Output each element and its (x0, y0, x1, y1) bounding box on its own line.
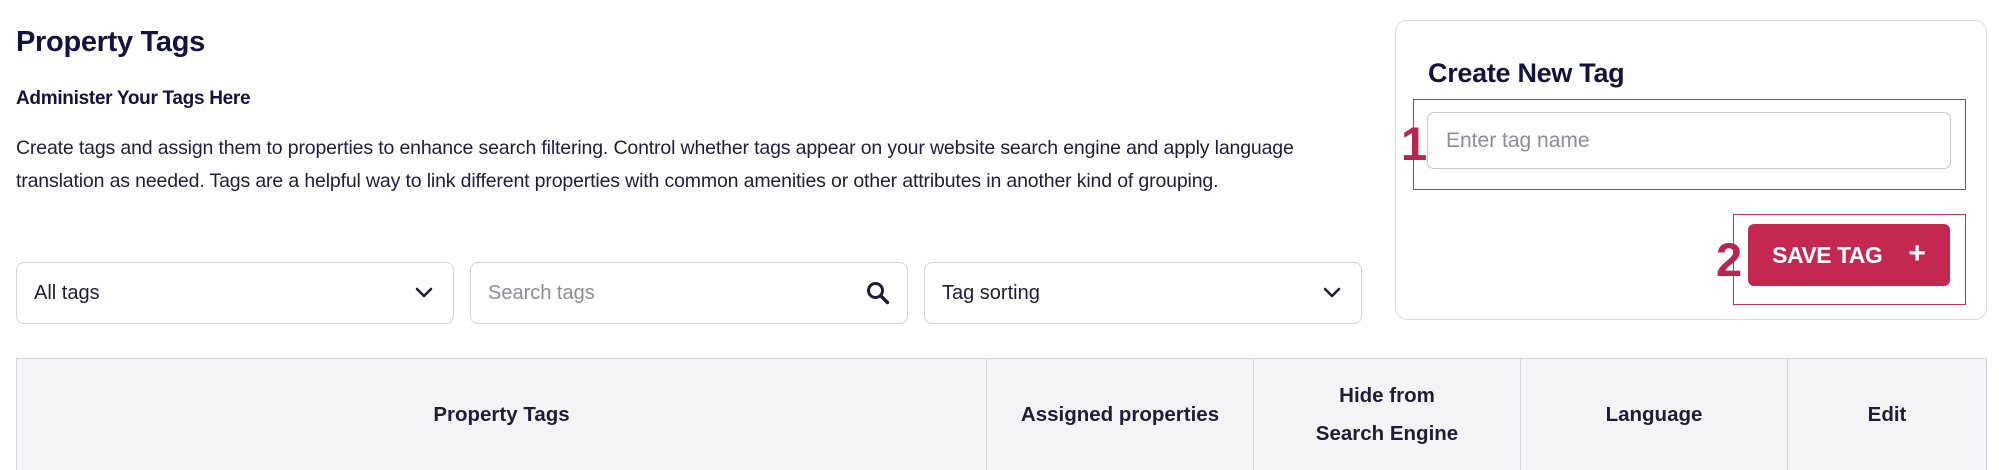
page-title: Property Tags (16, 26, 205, 58)
page-subtitle: Administer Your Tags Here (16, 88, 251, 109)
tag-filter-dropdown[interactable]: All tags (16, 262, 454, 324)
tag-sorting-dropdown[interactable]: Tag sorting (924, 262, 1362, 324)
column-header-label-line: Hide from (1339, 383, 1435, 407)
column-header-edit: Edit (1788, 359, 1986, 470)
save-tag-button[interactable]: SAVE TAG + (1748, 224, 1950, 286)
column-header-assigned-properties[interactable]: Assigned properties (987, 359, 1254, 470)
create-tag-title: Create New Tag (1428, 58, 1625, 88)
column-header-label-line: Search Engine (1315, 421, 1459, 445)
column-header-label: Edit (1867, 402, 1907, 426)
annotation-number-2: 2 (1716, 233, 1743, 286)
column-header-hide-from-search-engine[interactable]: Hide from Search Engine (1254, 359, 1521, 470)
tag-filter-value: All tags (34, 282, 100, 304)
column-header-label: Language (1605, 402, 1703, 426)
tag-sorting-value: Tag sorting (942, 282, 1040, 304)
search-icon[interactable] (865, 280, 891, 306)
column-header-label: Assigned properties (1020, 402, 1220, 426)
chevron-down-icon (1319, 280, 1345, 306)
tags-table-header: Property Tags Assigned properties Hide f… (16, 358, 1987, 470)
column-header-label: Property Tags (433, 402, 570, 426)
chevron-down-icon (411, 280, 437, 306)
column-header-language[interactable]: Language (1521, 359, 1788, 470)
tag-name-input[interactable] (1427, 112, 1951, 169)
page-description: Create tags and assign them to propertie… (16, 137, 1294, 192)
save-tag-label: SAVE TAG (1772, 241, 1883, 268)
search-tags-field[interactable]: Search tags (470, 262, 908, 324)
plus-icon: + (1908, 237, 1926, 270)
search-tags-placeholder: Search tags (488, 282, 595, 304)
annotation-number-1: 1 (1401, 117, 1428, 170)
column-header-property-tags[interactable]: Property Tags (17, 359, 987, 470)
